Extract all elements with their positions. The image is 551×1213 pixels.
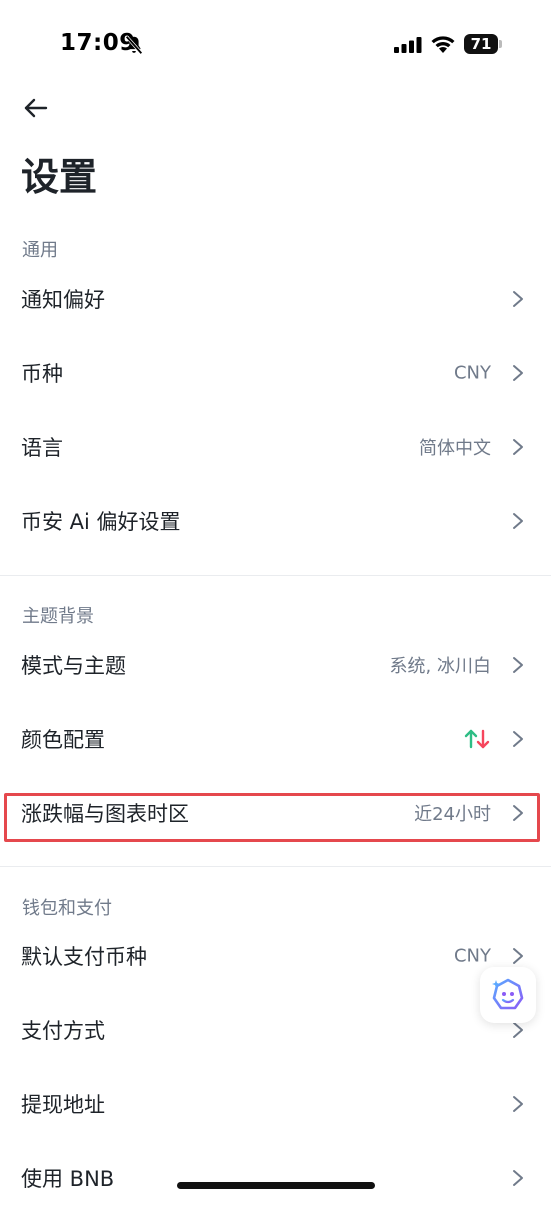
settings-item-label: 语言 xyxy=(21,436,63,460)
home-indicator xyxy=(177,1182,375,1189)
status-bar: 17:09 71 xyxy=(0,0,551,90)
bell-off-icon xyxy=(125,35,143,55)
chevron-right-icon xyxy=(513,513,523,529)
back-arrow-icon[interactable] xyxy=(20,92,52,124)
chevron-right-icon xyxy=(513,1022,523,1038)
settings-item-ai-preferences[interactable]: 币安 Ai 偏好设置 xyxy=(0,486,551,556)
section-header-general: 通用 xyxy=(22,240,58,261)
settings-item-label: 币安 Ai 偏好设置 xyxy=(21,510,181,534)
settings-item-value: 系统, 冰川白 xyxy=(389,656,491,677)
section-header-theme: 主题背景 xyxy=(22,606,94,627)
settings-item-notification-preferences[interactable]: 通知偏好 xyxy=(0,264,551,334)
settings-item-payment-methods[interactable]: 支付方式 xyxy=(0,995,551,1065)
chevron-right-icon xyxy=(513,291,523,307)
settings-item-label: 通知偏好 xyxy=(21,288,105,312)
settings-item-value: CNY xyxy=(453,945,491,967)
settings-item-label: 支付方式 xyxy=(21,1019,105,1043)
settings-item-language[interactable]: 语言 简体中文 xyxy=(0,412,551,482)
settings-item-label: 默认支付币种 xyxy=(21,945,147,969)
cellular-signal-icon xyxy=(394,37,422,53)
chevron-right-icon xyxy=(513,1096,523,1112)
wifi-icon xyxy=(431,36,455,53)
settings-item-label: 模式与主题 xyxy=(21,654,126,678)
battery-level: 71 xyxy=(464,34,498,54)
settings-item-color-config[interactable]: 颜色配置 xyxy=(0,704,551,774)
chevron-right-icon xyxy=(513,948,523,964)
settings-item-withdrawal-addresses[interactable]: 提现地址 xyxy=(0,1069,551,1139)
section-divider xyxy=(0,866,551,867)
section-divider xyxy=(0,575,551,576)
settings-item-value: 简体中文 xyxy=(419,438,491,459)
settings-item-currency[interactable]: 币种 CNY xyxy=(0,338,551,408)
chevron-right-icon xyxy=(513,1170,523,1186)
ai-assistant-icon xyxy=(492,978,524,1010)
settings-item-mode-theme[interactable]: 模式与主题 系统, 冰川白 xyxy=(0,630,551,700)
settings-item-use-bnb[interactable]: 使用 BNB xyxy=(0,1143,551,1213)
settings-item-label: 币种 xyxy=(21,362,63,386)
ai-assistant-button[interactable] xyxy=(480,967,536,1023)
section-header-wallet-payment: 钱包和支付 xyxy=(22,898,112,919)
settings-item-value: CNY xyxy=(453,362,491,384)
chevron-right-icon xyxy=(513,731,523,747)
highlight-box xyxy=(4,793,540,842)
settings-item-label: 使用 BNB xyxy=(21,1167,115,1191)
chevron-right-icon xyxy=(513,657,523,673)
battery-cap xyxy=(499,40,502,48)
settings-item-label: 颜色配置 xyxy=(21,728,105,752)
page-title: 设置 xyxy=(21,155,98,199)
up-down-arrows-icon xyxy=(464,729,490,749)
chevron-right-icon xyxy=(513,439,523,455)
chevron-right-icon xyxy=(513,365,523,381)
settings-item-default-payment-currency[interactable]: 默认支付币种 CNY xyxy=(0,921,551,991)
settings-item-label: 提现地址 xyxy=(21,1093,105,1117)
